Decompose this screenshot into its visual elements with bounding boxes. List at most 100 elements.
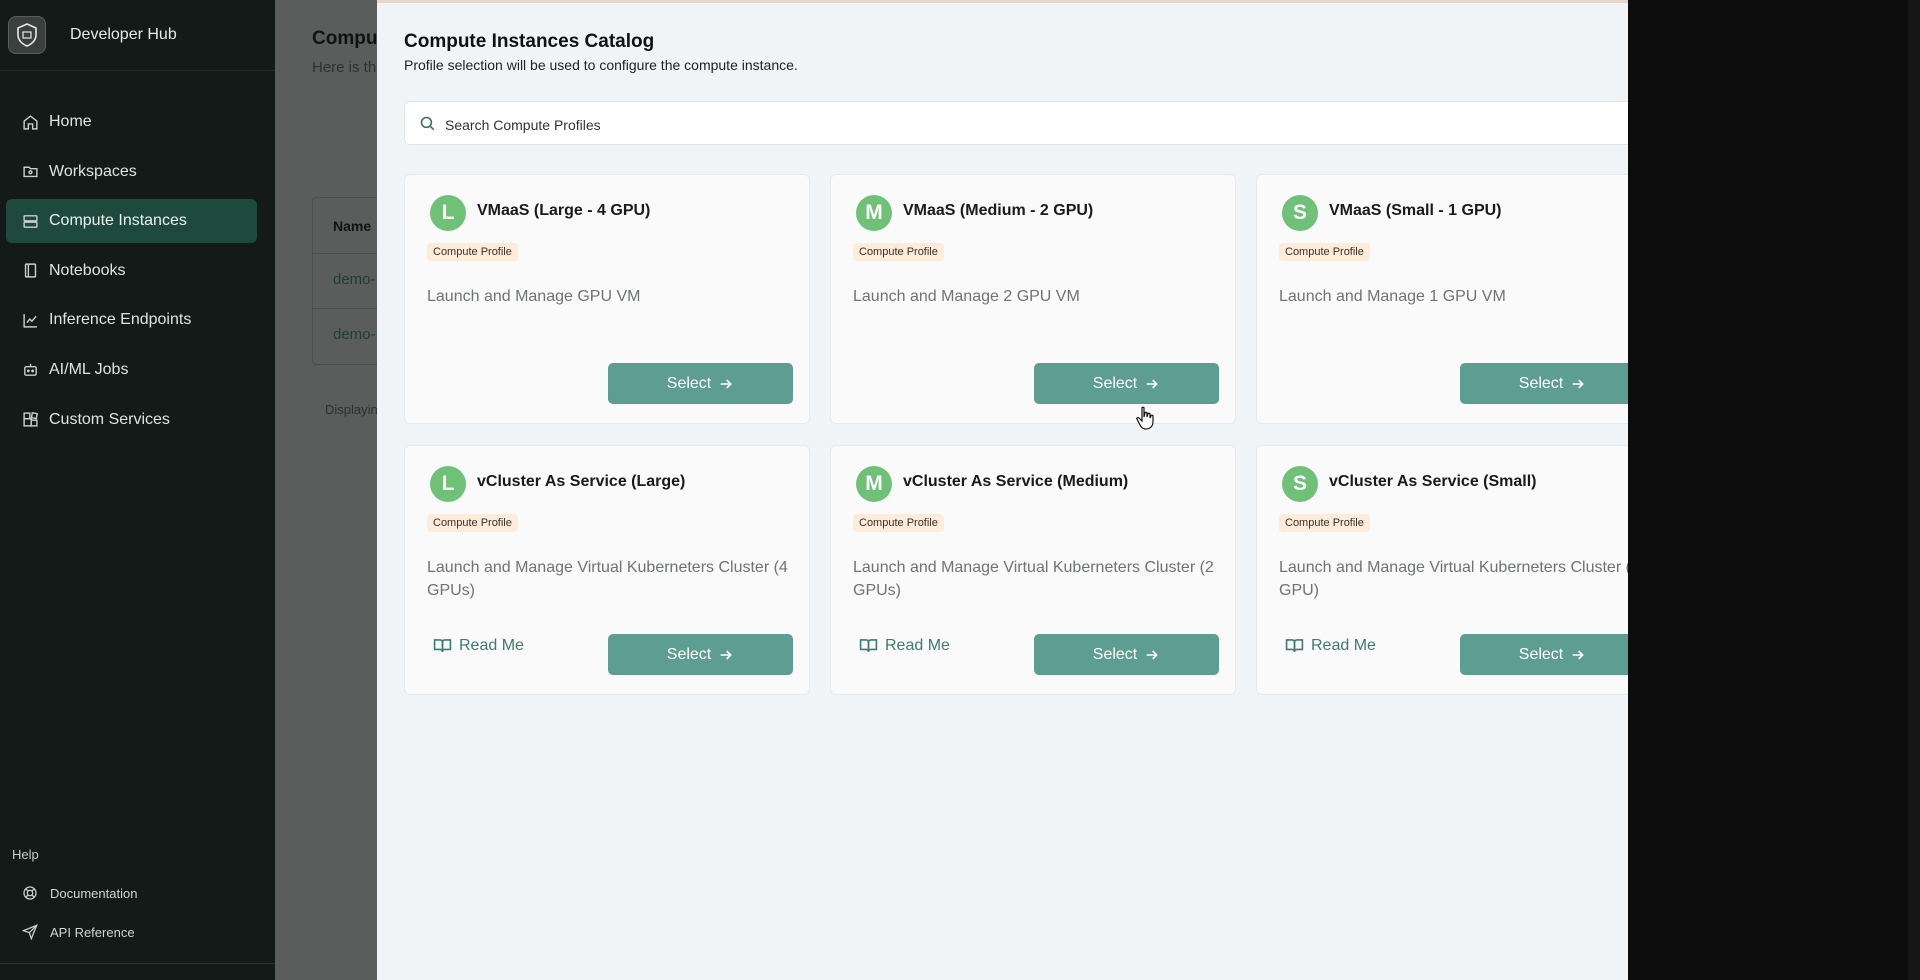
profile-badge: Compute Profile [853,514,944,532]
profile-title: VMaaS (Medium - 2 GPU) [903,202,1094,219]
lifebuoy-icon [22,885,38,901]
sidebar-item-home[interactable]: Home [6,100,257,144]
book-open-icon [859,636,878,655]
hand-cursor-icon [1136,406,1156,430]
sidebar-item-workspaces[interactable]: Workspaces [6,150,257,194]
sidebar-item-label: Inference Endpoints [49,311,192,329]
readme-label: Read Me [459,636,524,654]
profile-badge: Compute Profile [1279,514,1370,532]
search-input[interactable] [443,112,1047,138]
profile-badge: Compute Profile [1279,243,1370,261]
profile-card-vcluster-small[interactable]: S vCluster As Service (Small) Compute Pr… [1256,445,1628,695]
arrow-right-icon [1144,647,1160,663]
sidebar-item-label: Documentation [50,885,138,901]
profile-avatar: L [430,195,466,231]
profile-title: VMaaS (Large - 4 GPU) [477,202,651,219]
brand-name: Developer Hub [70,26,177,43]
profile-card-vmaas-large[interactable]: L VMaaS (Large - 4 GPU) Compute Profile … [404,174,810,424]
sidebar-item-api-reference[interactable]: API Reference [22,924,135,940]
sidebar-nav: Home Workspaces Compute Instances Notebo… [6,100,257,447]
select-button[interactable]: Select [1460,634,1628,675]
readme-link[interactable]: Read Me [433,636,524,655]
bot-icon [22,361,39,378]
sidebar: Developer Hub Home Workspaces Compute In… [0,0,275,980]
sidebar-item-label: Compute Instances [49,212,187,230]
profile-avatar: M [856,466,892,502]
select-label: Select [1518,645,1564,663]
page-subtitle: Here is th [312,59,377,76]
select-button[interactable]: Select [1460,363,1628,404]
column-header-name: Name [333,218,372,234]
send-icon [22,924,38,940]
profile-badge: Compute Profile [427,243,518,261]
sidebar-item-label: Custom Services [49,410,170,428]
readme-link[interactable]: Read Me [1285,636,1376,655]
profile-card-vmaas-small[interactable]: S VMaaS (Small - 1 GPU) Compute Profile … [1256,174,1628,424]
arrow-right-icon [1570,376,1586,392]
sidebar-item-compute-instances[interactable]: Compute Instances [6,199,257,244]
notebook-icon [22,262,39,279]
book-open-icon [433,636,452,655]
select-label: Select [1518,374,1564,392]
profile-avatar: M [856,195,892,231]
book-open-icon [1285,636,1304,655]
profile-avatar: S [1282,195,1318,231]
sidebar-item-inference-endpoints[interactable]: Inference Endpoints [6,298,257,342]
sidebar-item-documentation[interactable]: Documentation [22,885,137,901]
sidebar-item-label: Workspaces [49,162,137,180]
profile-description: Launch and Manage GPU VM [427,288,641,305]
pagination-summary: Displayin [325,402,378,417]
drawer-title: Compute Instances Catalog [404,31,655,52]
home-icon [22,114,39,131]
select-label: Select [1092,645,1138,663]
profile-card-vmaas-medium[interactable]: M VMaaS (Medium - 2 GPU) Compute Profile… [830,174,1236,424]
server-icon [22,213,39,230]
profile-avatar: S [1282,466,1318,502]
select-label: Select [666,645,712,663]
select-button[interactable]: Select [608,634,793,675]
select-label: Select [1092,374,1138,392]
sidebar-item-custom-services[interactable]: Custom Services [6,398,257,442]
profile-badge: Compute Profile [427,514,518,532]
select-button[interactable]: Select [1034,634,1219,675]
profile-title: vCluster As Service (Medium) [903,473,1129,490]
arrow-right-icon [718,647,734,663]
catalog-drawer: Compute Instances Catalog Profile select… [377,0,1628,980]
profile-description: Launch and Manage Virtual Kuberneters Cl… [1279,559,1628,599]
sidebar-item-label: Home [49,113,92,130]
instance-link[interactable]: demo- [333,271,376,288]
select-label: Select [666,374,712,392]
instance-link[interactable]: demo- [333,326,376,343]
window-edge [1908,0,1920,980]
arrow-right-icon [718,376,734,392]
sidebar-item-ai-ml-jobs[interactable]: AI/ML Jobs [6,348,257,392]
profile-description: Launch and Manage Virtual Kuberneters Cl… [853,559,1214,599]
profile-description: Launch and Manage 1 GPU VM [1279,288,1506,305]
divider [0,963,275,964]
select-button[interactable]: Select [608,363,793,404]
blocks-icon [22,411,39,428]
sidebar-item-label: API Reference [50,924,135,940]
line-chart-icon [22,312,39,329]
profile-title: vCluster As Service (Large) [477,473,686,490]
background-region [1628,0,1920,980]
logo-icon [8,16,46,54]
brand[interactable]: Developer Hub [0,0,275,71]
profile-description: Launch and Manage 2 GPU VM [853,288,1080,305]
drawer-subtitle: Profile selection will be used to config… [404,57,798,73]
select-button[interactable]: Select [1034,363,1219,404]
page-title: Comput [312,28,384,49]
readme-link[interactable]: Read Me [859,636,950,655]
profile-title: vCluster As Service (Small) [1329,473,1537,490]
search-box[interactable] [404,101,1628,145]
help-label: Help [12,847,39,862]
profile-card-vcluster-medium[interactable]: M vCluster As Service (Medium) Compute P… [830,445,1236,695]
arrow-right-icon [1144,376,1160,392]
sidebar-item-notebooks[interactable]: Notebooks [6,249,257,293]
sidebar-item-label: Notebooks [49,261,126,279]
profile-title: VMaaS (Small - 1 GPU) [1329,202,1502,219]
profile-card-vcluster-large[interactable]: L vCluster As Service (Large) Compute Pr… [404,445,810,695]
search-icon [419,115,436,132]
profile-description: Launch and Manage Virtual Kuberneters Cl… [427,559,788,599]
profile-avatar: L [430,466,466,502]
